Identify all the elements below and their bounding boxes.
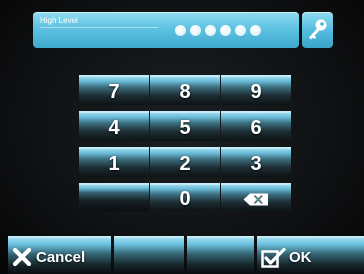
password-dot xyxy=(235,25,246,36)
key-8[interactable]: 8 xyxy=(150,75,220,105)
password-dot xyxy=(250,25,261,36)
bottom-bar: Cancel OK xyxy=(0,236,364,274)
password-dot xyxy=(175,25,186,36)
key-button[interactable] xyxy=(302,12,333,48)
key-2[interactable]: 2 xyxy=(150,147,220,177)
password-field[interactable]: High Level xyxy=(33,12,299,48)
label-underline xyxy=(40,27,158,28)
bottom-empty-button-2 xyxy=(187,236,254,274)
key-4[interactable]: 4 xyxy=(79,111,149,141)
cancel-label: Cancel xyxy=(36,249,86,266)
cancel-button[interactable]: Cancel xyxy=(8,236,111,274)
key-3[interactable]: 3 xyxy=(221,147,291,177)
key-0[interactable]: 0 xyxy=(150,183,220,211)
key-6[interactable]: 6 xyxy=(221,111,291,141)
key-icon xyxy=(309,19,327,40)
checkbox-check-icon xyxy=(261,248,286,268)
password-mask xyxy=(175,25,261,36)
close-icon xyxy=(12,248,32,266)
ok-button[interactable]: OK xyxy=(257,236,364,274)
password-dot xyxy=(190,25,201,36)
key-7[interactable]: 7 xyxy=(79,75,149,105)
key-5[interactable]: 5 xyxy=(150,111,220,141)
backspace-button[interactable] xyxy=(221,183,291,211)
screen: High Level 7 8 9 4 5 6 1 2 3 0 Cancel OK xyxy=(0,0,364,274)
key-blank xyxy=(79,183,149,211)
security-level-label: High Level xyxy=(40,16,78,25)
key-1[interactable]: 1 xyxy=(79,147,149,177)
key-9[interactable]: 9 xyxy=(221,75,291,105)
backspace-icon xyxy=(243,193,268,206)
password-dot xyxy=(205,25,216,36)
bottom-empty-button-1 xyxy=(114,236,184,274)
password-dot xyxy=(220,25,231,36)
ok-label: OK xyxy=(289,249,312,266)
